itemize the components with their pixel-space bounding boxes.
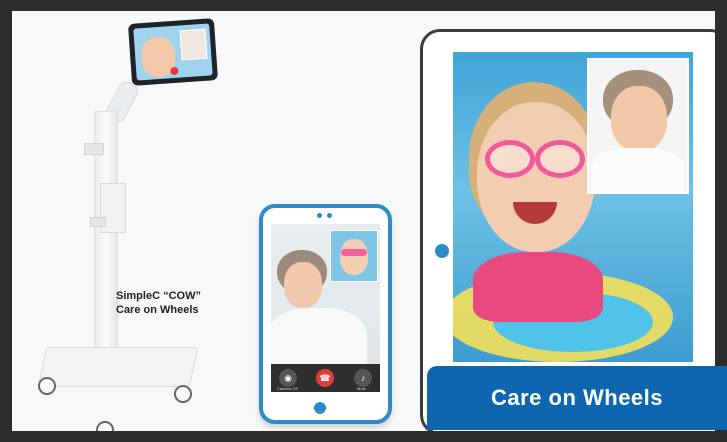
goggles-icon <box>535 140 585 178</box>
caption-line-2: Care on Wheels <box>116 304 199 316</box>
phone-sensor-dot <box>327 213 332 218</box>
stand-clip <box>84 143 104 155</box>
phone-device: ◉ Camera Off ☎ ♪ Mute <box>259 204 392 424</box>
stand-clip <box>90 217 106 227</box>
call-controls: ◉ Camera Off ☎ ♪ Mute <box>271 364 380 392</box>
wheel-icon <box>174 385 192 403</box>
stand-base <box>37 347 199 387</box>
wheel-icon <box>38 377 56 395</box>
wheel-icon <box>96 421 114 431</box>
stand-tablet <box>127 18 219 86</box>
product-caption: SimpleC “COW” Care on Wheels <box>116 289 201 317</box>
phone-home-button <box>314 402 326 414</box>
camera-icon[interactable]: ◉ <box>279 369 297 387</box>
girl-swimsuit <box>473 252 603 322</box>
self-view-inset <box>330 230 378 282</box>
camera-off-label: Camera Off <box>277 386 298 391</box>
microphone-icon[interactable]: ♪ <box>354 369 372 387</box>
video-inset <box>179 28 208 61</box>
stand-tablet-screen <box>133 23 213 81</box>
phone-hangup-icon[interactable]: ☎ <box>316 369 334 387</box>
phone-camera-dot <box>317 213 322 218</box>
girl-face <box>477 102 595 252</box>
mute-label: Mute <box>357 386 366 391</box>
end-call-icon <box>170 66 179 76</box>
tablet-video-screen <box>453 52 693 362</box>
grandmother-inset <box>587 58 689 194</box>
goggles-icon <box>341 249 367 256</box>
video-caller-face <box>284 262 322 308</box>
image-frame: SimpleC “COW” Care on Wheels ◉ Camera Of… <box>0 0 727 442</box>
goggles-icon <box>485 140 535 178</box>
phone-video-screen: ◉ Camera Off ☎ ♪ Mute <box>271 224 380 392</box>
tablet-home-button <box>435 244 449 258</box>
caption-line-1: SimpleC “COW” <box>116 290 201 302</box>
care-on-wheels-banner: Care on Wheels <box>427 366 727 430</box>
